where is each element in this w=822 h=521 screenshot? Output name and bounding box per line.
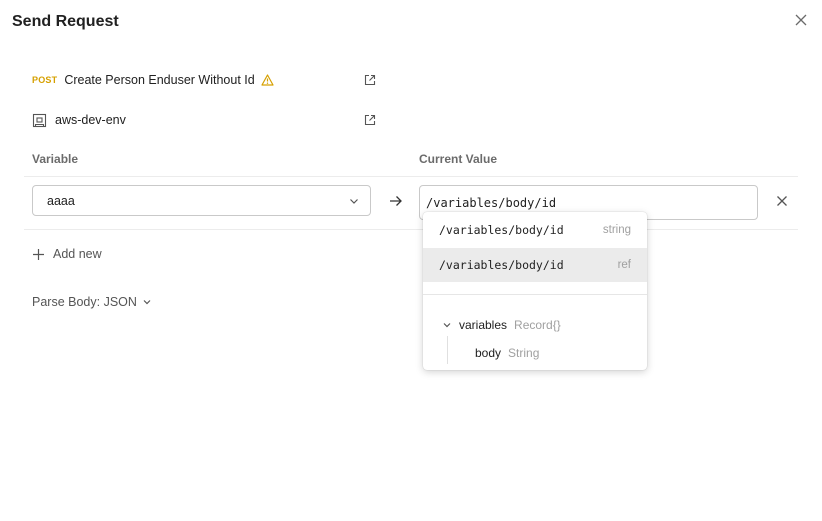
- dropdown-divider: [423, 294, 647, 295]
- arrow-right-icon: [388, 193, 404, 209]
- tree-node-name: body: [475, 346, 502, 360]
- chevron-down-icon: [348, 195, 360, 207]
- autocomplete-dropdown: /variables/body/id string /variables/bod…: [423, 212, 647, 370]
- tree-node-type: Record{}: [514, 318, 561, 332]
- tree-node-name: variables: [459, 318, 508, 332]
- variable-select-value: aaaa: [47, 193, 75, 208]
- table-divider-top: [24, 176, 798, 177]
- plus-icon: [32, 248, 45, 261]
- request-method-badge: POST: [32, 75, 58, 85]
- dialog-title: Send Request: [12, 13, 119, 30]
- tree-guide-line: [447, 336, 448, 364]
- tree-node-type: String: [508, 346, 540, 360]
- warning-icon: [261, 74, 274, 86]
- option-type: ref: [617, 259, 631, 271]
- request-row: POST Create Person Enduser Without Id: [32, 71, 378, 89]
- autocomplete-option-highlighted[interactable]: /variables/body/id ref: [423, 248, 647, 282]
- request-name: Create Person Enduser Without Id: [64, 73, 255, 87]
- parse-body-dropdown[interactable]: Parse Body: JSON: [32, 293, 152, 311]
- open-environment-external-link-icon[interactable]: [362, 112, 378, 128]
- environment-name: aws-dev-env: [55, 113, 126, 127]
- chevron-down-icon: [142, 297, 152, 307]
- environment-icon: [32, 113, 47, 128]
- remove-row-close-icon[interactable]: [774, 193, 790, 209]
- parse-body-label: Parse Body: JSON: [32, 295, 137, 309]
- variable-column-header: Variable: [32, 152, 79, 166]
- current-value-column-header: Current Value: [419, 152, 498, 166]
- chevron-down-icon: [442, 320, 452, 330]
- close-icon[interactable]: [792, 11, 810, 29]
- variable-select[interactable]: aaaa: [32, 185, 371, 216]
- option-path: /variables/body/id: [439, 223, 564, 237]
- autocomplete-option[interactable]: /variables/body/id string: [423, 213, 647, 247]
- tree-node-variables[interactable]: variables Record{}: [442, 316, 561, 334]
- environment-row: aws-dev-env: [32, 111, 378, 129]
- option-path: /variables/body/id: [439, 258, 564, 272]
- add-new-label: Add new: [53, 247, 102, 261]
- tree-node-body[interactable]: body String: [475, 344, 539, 362]
- open-request-external-link-icon[interactable]: [362, 72, 378, 88]
- add-new-button[interactable]: Add new: [32, 245, 102, 263]
- table-divider-bottom: [24, 229, 798, 230]
- option-type: string: [602, 224, 631, 236]
